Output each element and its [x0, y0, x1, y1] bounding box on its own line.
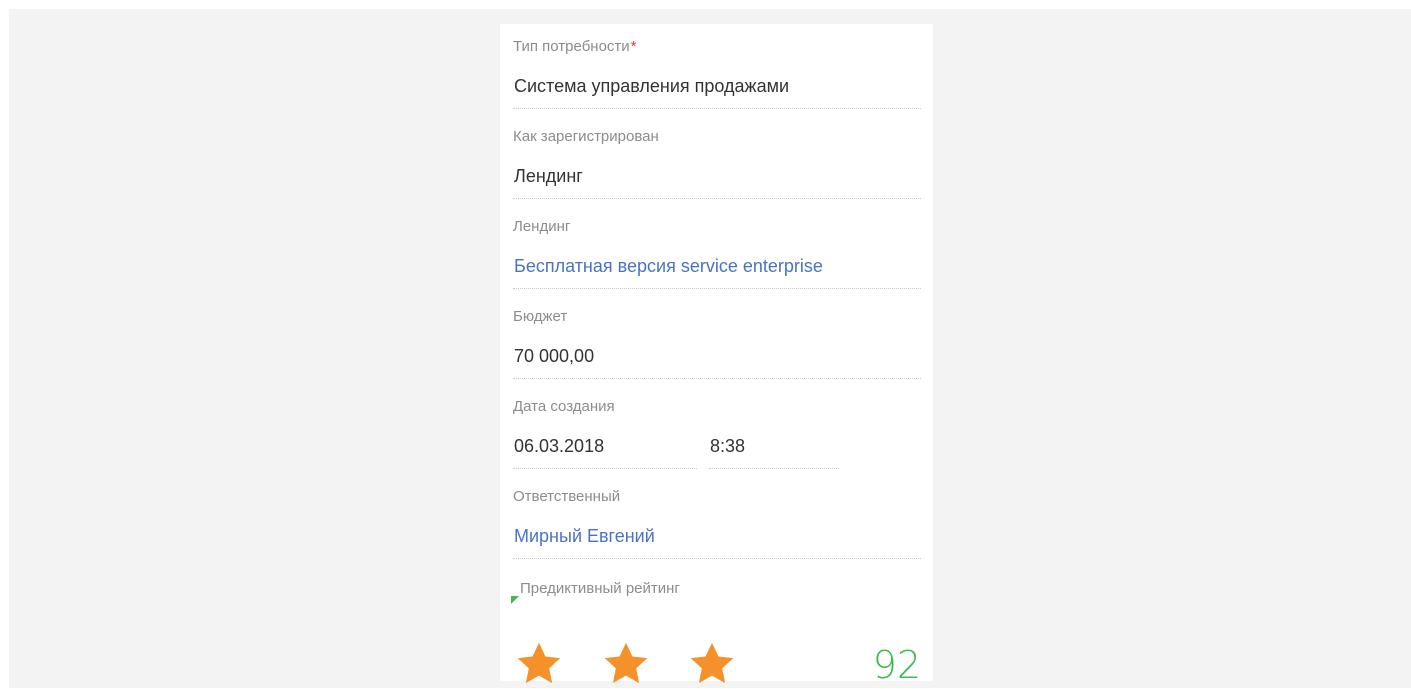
predictive-rating-label: Предиктивный рейтинг	[520, 580, 680, 597]
registered-how-underline	[513, 198, 921, 199]
created-date-value[interactable]: 06.03.2018	[514, 436, 604, 457]
budget-value[interactable]: 70 000,00	[514, 346, 594, 367]
created-label: Дата создания	[513, 398, 615, 415]
owner-link[interactable]: Мирный Евгений	[514, 526, 655, 547]
owner-underline	[513, 558, 921, 559]
need-type-label: Тип потребности*	[513, 38, 637, 55]
owner-label: Ответственный	[513, 488, 621, 505]
registered-how-value[interactable]: Лендинг	[514, 166, 583, 187]
star-icon	[517, 642, 561, 684]
created-time-value[interactable]: 8:38	[710, 436, 745, 457]
need-type-value[interactable]: Система управления продажами	[514, 76, 789, 97]
budget-underline	[513, 378, 921, 379]
required-mark: *	[630, 38, 637, 55]
star-icon	[690, 642, 734, 684]
registered-how-label: Как зарегистрирован	[513, 128, 659, 145]
landing-underline	[513, 288, 921, 289]
star-icon	[604, 642, 648, 684]
corner-indicator-icon	[511, 596, 519, 604]
lead-details-card: Тип потребности* Система управления прод…	[500, 24, 933, 687]
created-time-underline	[709, 468, 839, 469]
budget-label: Бюджет	[513, 308, 568, 325]
landing-link[interactable]: Бесплатная версия service enterprise	[514, 256, 823, 277]
landing-label: Лендинг	[513, 218, 571, 235]
need-type-underline	[513, 108, 921, 109]
created-date-underline	[513, 468, 697, 469]
predictive-score: 92	[872, 643, 921, 687]
